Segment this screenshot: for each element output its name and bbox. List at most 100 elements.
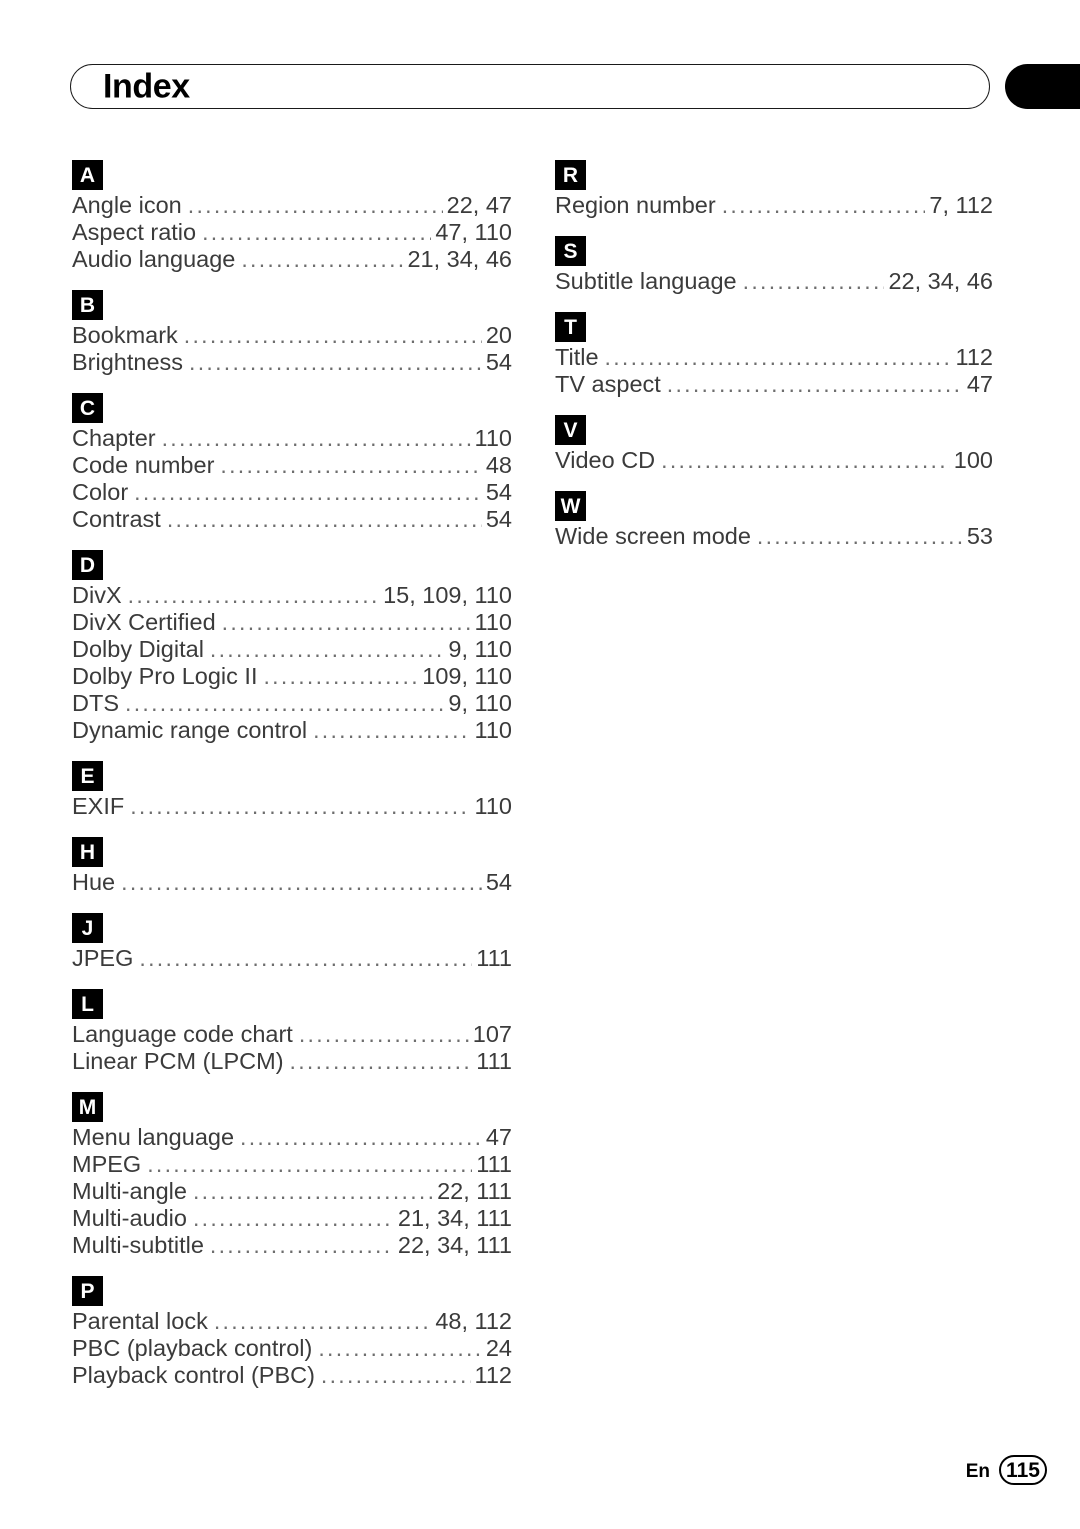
index-entry[interactable]: PBC (playback control)..................… [72, 1335, 512, 1362]
index-entry-pages: 21, 34, 46 [407, 246, 512, 272]
index-entry-pages: 15, 109, 110 [383, 582, 512, 608]
index-entry-pages: 22, 47 [446, 192, 512, 218]
index-entry[interactable]: JPEG....................................… [72, 945, 512, 972]
index-entry-label: Multi-audio [72, 1205, 187, 1231]
index-entry-label: Audio language [72, 246, 236, 272]
index-entry[interactable]: Code number.............................… [72, 452, 512, 479]
index-letter-heading: R [555, 160, 586, 190]
index-section-h: H Hue....................................… [72, 837, 512, 896]
index-entry[interactable]: Menu language...........................… [72, 1124, 512, 1151]
index-entry[interactable]: Multi-subtitle..........................… [72, 1232, 512, 1259]
index-section-e: E EXIF...................................… [72, 761, 512, 820]
index-entry-leader-dots: ........................................… [721, 192, 926, 218]
index-entry-label: Subtitle language [555, 268, 737, 294]
footer-language-code: En [965, 1461, 990, 1482]
index-section-s: SSubtitle language......................… [555, 236, 993, 295]
index-entry-pages: 100 [953, 447, 993, 473]
index-entry[interactable]: Parental lock...........................… [72, 1308, 512, 1335]
index-entry[interactable]: DivX....................................… [72, 582, 512, 609]
index-entry[interactable]: Hue.....................................… [72, 869, 512, 896]
index-entry-leader-dots: ........................................… [213, 1308, 432, 1334]
index-entry-pages: 22, 111 [437, 1178, 512, 1204]
index-entry-pages: 109, 110 [422, 663, 512, 689]
index-letter-heading: W [555, 491, 586, 521]
index-letter-heading: V [555, 415, 586, 445]
index-entry-label: Chapter [72, 425, 156, 451]
index-entry-label: Hue [72, 869, 116, 895]
index-entry-label: DivX [72, 582, 122, 608]
index-section-b: B Bookmark...............................… [72, 290, 512, 376]
index-entry-pages: 22, 34, 111 [397, 1232, 512, 1258]
index-entry-pages: 110 [474, 793, 512, 819]
index-entry-pages: 9, 110 [448, 636, 512, 662]
index-entry-leader-dots: ........................................… [166, 506, 482, 532]
index-entry[interactable]: Contrast................................… [72, 506, 512, 533]
index-entry[interactable]: Chapter.................................… [72, 425, 512, 452]
index-entry-pages: 110 [474, 609, 512, 635]
index-entry-pages: 7, 112 [929, 192, 993, 218]
index-entry-leader-dots: ........................................… [183, 322, 482, 348]
page-title: Index [103, 66, 190, 105]
index-entry[interactable]: Wide screen mode........................… [555, 523, 993, 550]
index-entry[interactable]: Multi-angle.............................… [72, 1178, 512, 1205]
index-entry-label: Video CD [555, 447, 656, 473]
index-entry[interactable]: Angle icon..............................… [72, 192, 512, 219]
index-entry-leader-dots: ........................................… [661, 447, 950, 473]
index-entry-label: DTS [72, 690, 119, 716]
index-section-c: C Chapter................................… [72, 393, 512, 533]
index-entry-label: EXIF [72, 793, 125, 819]
index-entry-leader-dots: ........................................… [220, 452, 482, 478]
index-entry[interactable]: Linear PCM (LPCM).......................… [72, 1048, 512, 1075]
index-entry-pages: 110 [474, 425, 512, 451]
index-entry[interactable]: Color...................................… [72, 479, 512, 506]
index-entry[interactable]: Aspect ratio............................… [72, 219, 512, 246]
index-entry-label: Color [72, 479, 129, 505]
index-entry[interactable]: TV aspect...............................… [555, 371, 993, 398]
index-letter-heading: T [555, 312, 586, 342]
index-entry[interactable]: Title...................................… [555, 344, 993, 371]
index-section-r: RRegion number..........................… [555, 160, 993, 219]
index-entry[interactable]: Subtitle language.......................… [555, 268, 993, 295]
index-entry-label: Angle icon [72, 192, 182, 218]
index-entry[interactable]: EXIF....................................… [72, 793, 512, 820]
index-entry-leader-dots: ........................................… [121, 869, 482, 895]
index-entry-leader-dots: ........................................… [209, 636, 445, 662]
index-entry-leader-dots: ........................................… [240, 1124, 482, 1150]
index-entry-label: Dolby Pro Logic II [72, 663, 258, 689]
index-entry[interactable]: Region number...........................… [555, 192, 993, 219]
index-entry[interactable]: Brightness..............................… [72, 349, 512, 376]
index-entry-label: MPEG [72, 1151, 142, 1177]
index-entry-pages: 111 [476, 1048, 512, 1074]
index-entry-pages: 111 [476, 945, 512, 971]
index-entry[interactable]: Multi-audio.............................… [72, 1205, 512, 1232]
index-section-p: PParental lock..........................… [72, 1276, 512, 1389]
index-entry-pages: 47 [485, 1124, 512, 1150]
index-section-d: DDivX...................................… [72, 550, 512, 744]
index-entry-label: JPEG [72, 945, 134, 971]
index-entry[interactable]: DTS.....................................… [72, 690, 512, 717]
index-entry[interactable]: MPEG....................................… [72, 1151, 512, 1178]
index-letter-heading: A [72, 160, 103, 190]
index-entry[interactable]: Bookmark................................… [72, 322, 512, 349]
index-entry[interactable]: Dolby Pro Logic II......................… [72, 663, 512, 690]
index-entry-pages: 111 [476, 1151, 512, 1177]
index-entry-label: Brightness [72, 349, 184, 375]
index-entry-leader-dots: ........................................… [298, 1021, 469, 1047]
index-section-a: A Angle icon.............................… [72, 160, 512, 273]
index-entry-leader-dots: ........................................… [202, 219, 431, 245]
index-entry[interactable]: Language code chart.....................… [72, 1021, 512, 1048]
index-entry[interactable]: DivX Certified..........................… [72, 609, 512, 636]
index-entry-leader-dots: ........................................… [313, 717, 470, 743]
index-entry[interactable]: Dolby Digital...........................… [72, 636, 512, 663]
index-entry[interactable]: Audio language..........................… [72, 246, 512, 273]
page-header-bar [70, 64, 990, 109]
index-entry[interactable]: Playback control (PBC)..................… [72, 1362, 512, 1389]
index-entry-label: DivX Certified [72, 609, 216, 635]
index-entry[interactable]: Video CD................................… [555, 447, 993, 474]
index-entry-leader-dots: ........................................… [221, 609, 471, 635]
index-entry-leader-dots: ........................................… [241, 246, 403, 272]
index-entry-label: Contrast [72, 506, 161, 532]
index-letter-heading: M [72, 1092, 103, 1122]
index-section-v: V Video CD...............................… [555, 415, 993, 474]
index-entry[interactable]: Dynamic range control...................… [72, 717, 512, 744]
